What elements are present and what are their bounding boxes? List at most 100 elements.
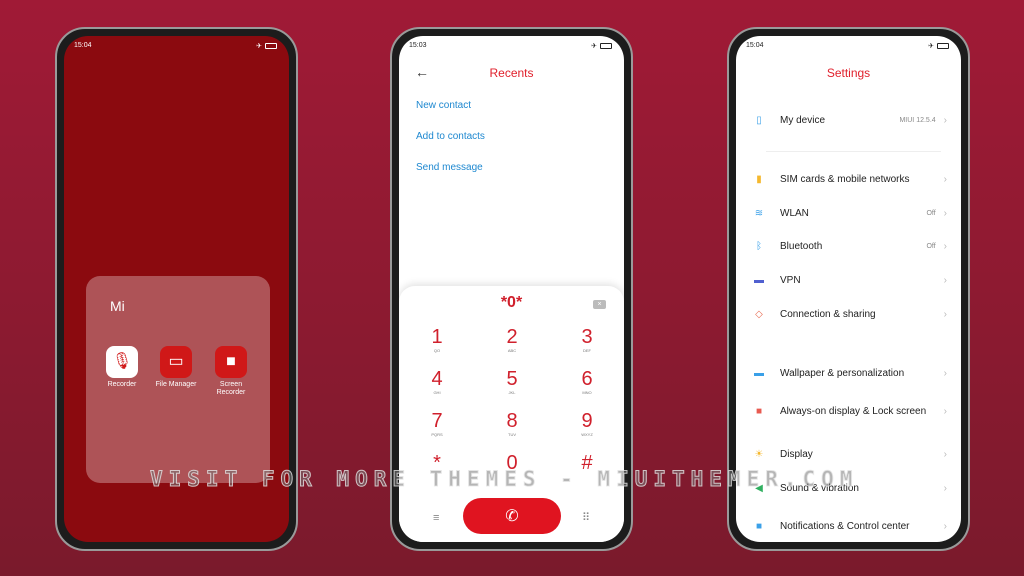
- settings-item-label: Display: [780, 449, 813, 460]
- settings-item[interactable]: ■ Always-on display & Lock screen ›: [752, 405, 947, 418]
- settings-item[interactable]: ▯ My device MIUI 12.5.4 ›: [752, 114, 947, 127]
- share-icon: ◇: [755, 309, 763, 320]
- settings-item[interactable]: ▮ SIM cards & mobile networks ›: [752, 173, 947, 186]
- key-digit: 1: [431, 326, 443, 348]
- vpn-icon: ▬: [754, 275, 764, 286]
- key-8[interactable]: 8 TUV: [482, 410, 542, 437]
- settings-item-label: Bluetooth: [780, 241, 823, 252]
- key-3[interactable]: 3 DEF: [557, 326, 617, 353]
- folder-title: Mi: [110, 298, 125, 314]
- folder-icon: ▭: [160, 346, 192, 378]
- dialpad-toggle-icon[interactable]: ⠿: [582, 511, 590, 524]
- settings-item-label: Always-on display & Lock screen: [780, 406, 927, 417]
- watermark: VISIT FOR MORE THEMES - MIUITHEMER.COM: [149, 467, 859, 492]
- app-label: Screen Recorder: [216, 381, 246, 396]
- settings-item-value: Off: [926, 210, 936, 217]
- phone-icon: ▯: [756, 115, 762, 126]
- chevron-right-icon: ›: [943, 406, 947, 417]
- status-icons: ✈: [591, 42, 612, 50]
- key-2[interactable]: 2 ABC: [482, 326, 542, 353]
- chevron-right-icon: ›: [943, 275, 947, 286]
- settings-item-value: Off: [926, 243, 936, 250]
- chevron-right-icon: ›: [943, 309, 947, 320]
- settings-item[interactable]: ▬ Wallpaper & personalization ›: [752, 367, 947, 380]
- send-message-link[interactable]: Send message: [416, 162, 483, 173]
- status-icons: ✈: [928, 42, 949, 50]
- settings-item-label: Connection & sharing: [780, 309, 876, 320]
- notification-icon: ■: [755, 521, 763, 532]
- settings-item[interactable]: ▬ VPN ›: [752, 274, 947, 287]
- status-time: 15:04: [74, 42, 92, 49]
- key-digit: 9: [581, 410, 593, 432]
- key-5[interactable]: 5 JKL: [482, 368, 542, 395]
- key-letters: JKL: [508, 390, 516, 395]
- key-letters: PQRS: [431, 432, 443, 437]
- key-digit: 4: [431, 368, 443, 390]
- key-6[interactable]: 6 MNO: [557, 368, 617, 395]
- key-letters: WXYZ: [581, 432, 593, 437]
- chevron-right-icon: ›: [943, 208, 947, 219]
- key-letters: GHI: [433, 390, 441, 395]
- chevron-right-icon: ›: [943, 115, 947, 126]
- call-button[interactable]: ✆: [463, 498, 561, 534]
- settings-item-label: My device: [780, 115, 826, 126]
- key-digit: 6: [581, 368, 593, 390]
- key-digit: 2: [506, 326, 518, 348]
- chevron-right-icon: ›: [943, 483, 947, 494]
- settings-item[interactable]: ☀ Display ›: [752, 448, 947, 461]
- chevron-right-icon: ›: [943, 368, 947, 379]
- key-digit: 3: [581, 326, 593, 348]
- video-camera-icon: ■: [215, 346, 247, 378]
- settings-item[interactable]: ≋ WLAN Off ›: [752, 207, 947, 220]
- key-digit: 5: [506, 368, 518, 390]
- page-title: Settings: [826, 66, 871, 80]
- key-letters: QO: [433, 348, 441, 353]
- bluetooth-icon: ᛒ: [756, 241, 762, 252]
- microphone-icon: 🎙: [106, 346, 138, 378]
- chevron-right-icon: ›: [943, 241, 947, 252]
- app-label: Recorder: [107, 381, 137, 388]
- chevron-right-icon: ›: [943, 521, 947, 532]
- settings-item-label: Notifications & Control center: [780, 521, 910, 532]
- settings-item[interactable]: ᛒ Bluetooth Off ›: [752, 240, 947, 253]
- menu-icon[interactable]: ≡: [433, 512, 439, 524]
- backspace-icon[interactable]: ×: [593, 300, 606, 309]
- settings-item[interactable]: ■ Notifications & Control center ›: [752, 520, 947, 533]
- key-digit: 7: [431, 410, 443, 432]
- wallpaper-icon: ▬: [754, 368, 764, 379]
- status-icons: ✈: [256, 42, 277, 50]
- app-screen-recorder[interactable]: ■ Screen Recorder: [208, 346, 254, 397]
- sim-icon: ▮: [756, 174, 762, 185]
- page-title: Recents: [489, 66, 534, 80]
- settings-item-label: SIM cards & mobile networks: [780, 174, 910, 185]
- settings-item-value: MIUI 12.5.4: [899, 117, 936, 124]
- dialed-number: *0*: [500, 294, 523, 311]
- key-9[interactable]: 9 WXYZ: [557, 410, 617, 437]
- status-time: 15:04: [746, 42, 764, 49]
- dialpad: *0* × 1 QO 2 ABC 3 DEF 4 GHI 5 JKL 6 MNO 7 PQRS 8 TUV 9 W…: [399, 286, 624, 542]
- settings-item-label: WLAN: [780, 208, 809, 219]
- add-to-contacts-link[interactable]: Add to contacts: [416, 131, 485, 142]
- app-label: File Manager: [155, 381, 197, 388]
- settings-item[interactable]: ◇ Connection & sharing ›: [752, 308, 947, 321]
- key-digit: 8: [506, 410, 518, 432]
- new-contact-link[interactable]: New contact: [416, 100, 471, 111]
- wifi-icon: ≋: [754, 208, 764, 219]
- key-letters: MNO: [582, 390, 592, 395]
- app-recorder[interactable]: 🎙 Recorder: [99, 346, 145, 389]
- key-1[interactable]: 1 QO: [407, 326, 467, 353]
- app-file-manager[interactable]: ▭ File Manager: [153, 346, 199, 389]
- divider: [766, 151, 941, 152]
- status-time: 15:03: [409, 42, 427, 49]
- settings-item-label: Wallpaper & personalization: [780, 368, 905, 379]
- phone-icon: ✆: [505, 508, 519, 525]
- key-4[interactable]: 4 GHI: [407, 368, 467, 395]
- key-letters: ABC: [507, 348, 517, 353]
- settings-item-label: VPN: [780, 275, 801, 286]
- chevron-right-icon: ›: [943, 449, 947, 460]
- app-folder[interactable]: Mi 🎙 Recorder ▭ File Manager ■ Screen Recor…: [86, 276, 270, 483]
- lock-icon: ■: [755, 406, 763, 417]
- chevron-right-icon: ›: [943, 174, 947, 185]
- key-7[interactable]: 7 PQRS: [407, 410, 467, 437]
- key-letters: DEF: [583, 348, 591, 353]
